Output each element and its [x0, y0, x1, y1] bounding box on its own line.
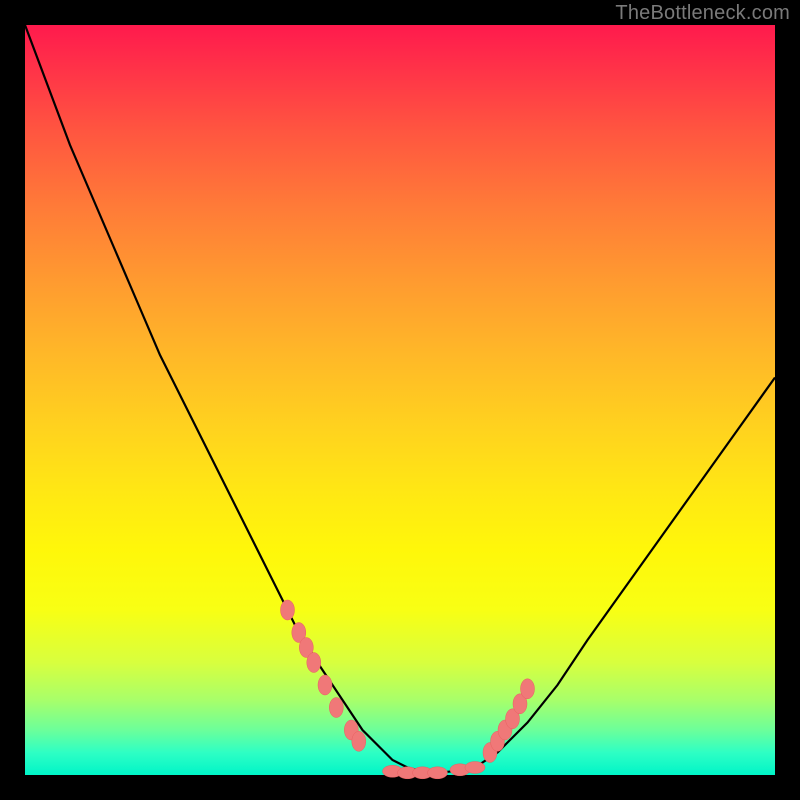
data-marker: [307, 653, 321, 673]
curve-layer: [25, 25, 775, 775]
data-marker: [521, 679, 535, 699]
bottleneck-curve: [25, 25, 775, 773]
data-marker: [465, 762, 485, 774]
watermark-text: TheBottleneck.com: [615, 2, 790, 25]
data-marker: [428, 767, 448, 779]
data-marker: [329, 698, 343, 718]
data-marker: [281, 600, 295, 620]
markers-right-group: [483, 679, 535, 763]
markers-bottom-group: [383, 762, 486, 779]
data-marker: [352, 731, 366, 751]
data-marker: [318, 675, 332, 695]
chart-frame: TheBottleneck.com: [0, 0, 800, 800]
